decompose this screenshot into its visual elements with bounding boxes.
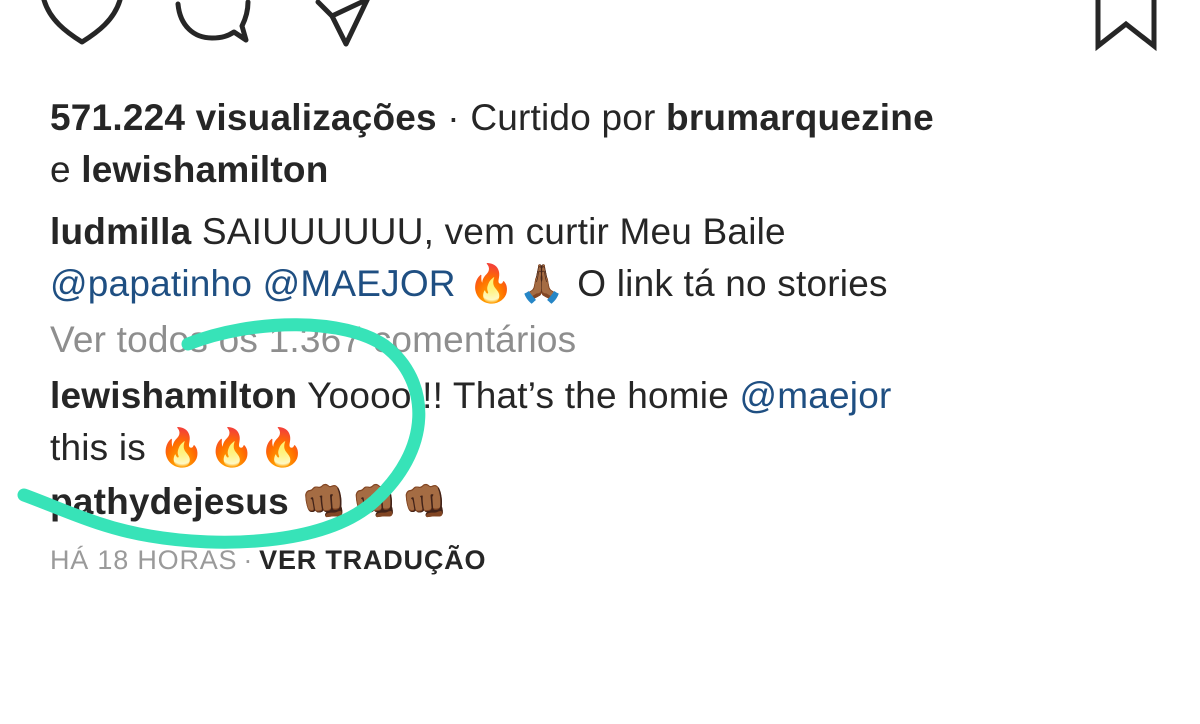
caption-mention-maejor[interactable]: @MAEJOR <box>263 263 456 304</box>
instagram-post-details: 571.224 visualizações · Curtido por brum… <box>0 0 1200 724</box>
fist-bump-emoji: 👊🏾 <box>301 480 348 523</box>
liked-by-prefix: Curtido por <box>470 97 656 138</box>
post-info: 571.224 visualizações · Curtido por brum… <box>50 92 1170 580</box>
caption-mention-papatinho[interactable]: @papatinho <box>50 263 252 304</box>
praying-hands-emoji: 🙏🏾 <box>518 262 565 305</box>
liked-by-user-lewishamilton[interactable]: lewishamilton <box>81 149 328 190</box>
comment-bubble-icon[interactable] <box>170 0 254 54</box>
post-caption: ludmilla SAIUUUUUU, vem curtir Meu Baile… <box>50 206 1170 310</box>
bookmark-icon[interactable] <box>1088 0 1164 54</box>
see-translation-button[interactable]: VER TRADUÇÃO <box>259 545 486 575</box>
fist-bump-emoji: 👊🏾 <box>401 480 449 523</box>
caption-text: SAIUUUUUU, vem curtir Meu Baile <box>201 211 786 252</box>
view-all-comments-link[interactable]: Ver todos os 1.367 comentários <box>50 314 1170 366</box>
post-timestamp: HÁ 18 HORAS <box>50 545 238 575</box>
separator-dot: · <box>447 97 460 138</box>
fire-emoji: 🔥 <box>259 426 306 469</box>
fire-emoji: 🔥 <box>468 262 515 305</box>
fire-emoji: 🔥 <box>208 426 256 469</box>
liked-by-joiner: e <box>50 149 71 190</box>
caption-username[interactable]: ludmilla <box>50 211 191 252</box>
separator-dot: · <box>243 545 254 575</box>
fire-emoji: 🔥 <box>158 426 205 469</box>
comment-username[interactable]: lewishamilton <box>50 375 297 416</box>
liked-by-user-brumarquezine[interactable]: brumarquezine <box>666 97 934 138</box>
post-meta: HÁ 18 HORAS · VER TRADUÇÃO <box>50 540 1170 580</box>
post-action-bar <box>0 0 1200 60</box>
heart-icon[interactable] <box>40 0 124 50</box>
comment-pathydejesus: pathydejesus 👊🏾 👊🏾 👊🏾 <box>50 476 1170 528</box>
comment-username[interactable]: pathydejesus <box>50 481 289 522</box>
views-count[interactable]: 571.224 visualizações <box>50 97 437 138</box>
caption-text-link: O link tá no stories <box>577 263 888 304</box>
comment-text: Yoooo!!! That’s the homie <box>307 375 729 416</box>
comment-text-continued: this is <box>50 427 146 468</box>
comment-lewishamilton: lewishamilton Yoooo!!! That’s the homie … <box>50 370 1170 474</box>
likes-summary: 571.224 visualizações · Curtido por brum… <box>50 92 1170 196</box>
fist-bump-emoji: 👊🏾 <box>351 480 398 523</box>
comment-mention-maejor[interactable]: @maejor <box>739 375 891 416</box>
paper-plane-icon[interactable] <box>312 0 376 54</box>
